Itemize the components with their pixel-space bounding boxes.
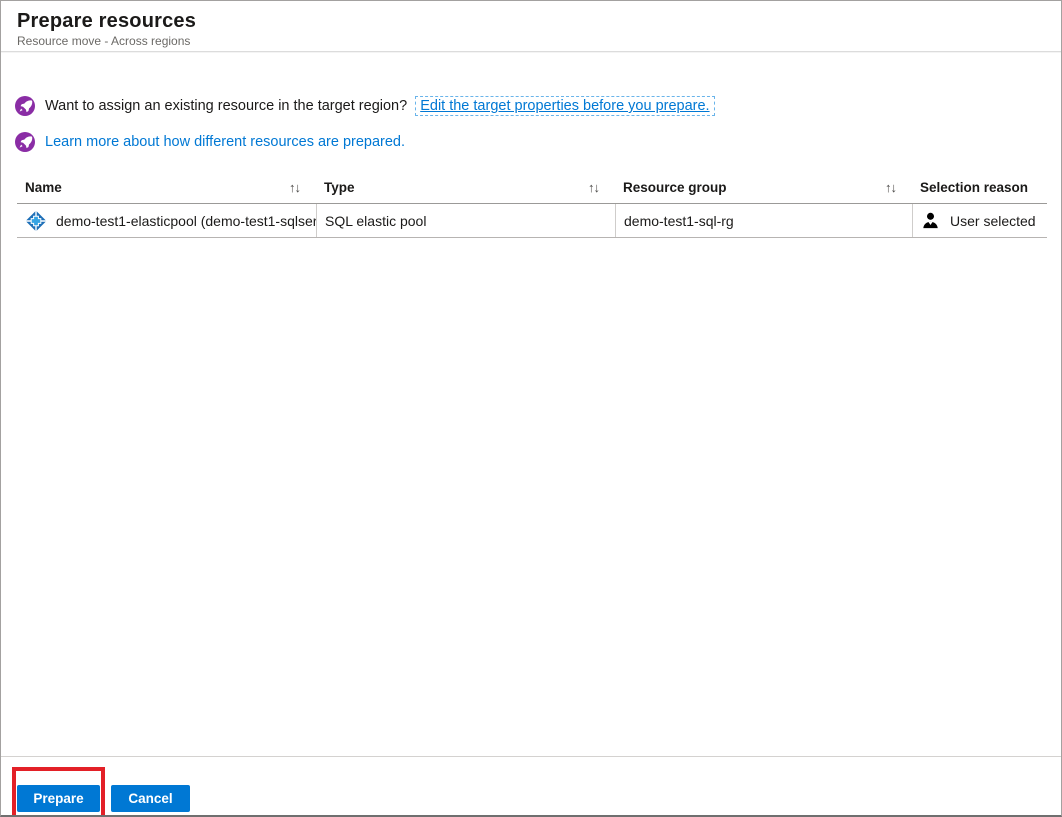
column-label: Selection reason <box>920 179 1029 195</box>
column-label: Type <box>324 179 355 195</box>
pane-header: Prepare resources Resource move - Across… <box>1 1 1061 52</box>
cell-resource-group: demo-test1-sql-rg <box>615 204 912 237</box>
notice-text: Want to assign an existing resource in t… <box>45 98 412 114</box>
sql-elastic-pool-icon <box>25 209 47 232</box>
cell-selection-reason: User selected <box>912 204 1047 237</box>
page-title: Prepare resources <box>17 10 197 32</box>
sort-icon[interactable]: ↑↓ <box>289 180 301 195</box>
column-header-name[interactable]: Name ↑↓ <box>17 180 316 195</box>
resource-name: demo-test1-elasticpool (demo-test1-sqlse… <box>56 212 316 229</box>
notice-edit-target-properties: Want to assign an existing resource in t… <box>15 95 1047 117</box>
resource-type: SQL elastic pool <box>325 212 427 229</box>
table-header-row: Name ↑↓ Type ↑↓ Resource group ↑↓ Select… <box>17 171 1047 204</box>
table-row: demo-test1-elasticpool (demo-test1-sqlse… <box>17 204 1047 238</box>
column-header-resource-group[interactable]: Resource group ↑↓ <box>615 180 912 195</box>
resource-mover-rocket-icon <box>15 132 35 152</box>
column-label: Name <box>25 179 62 195</box>
cell-name: demo-test1-elasticpool (demo-test1-sqlse… <box>17 204 316 237</box>
cell-type: SQL elastic pool <box>316 204 615 237</box>
pane-footer: Prepare Cancel <box>1 756 1061 815</box>
resource-mover-rocket-icon <box>15 96 35 116</box>
column-label: Resource group <box>623 179 727 195</box>
learn-more-link[interactable]: Learn more about how different resources… <box>45 134 405 150</box>
column-header-type[interactable]: Type ↑↓ <box>316 180 615 195</box>
prepare-resources-pane: Prepare resources Resource move - Across… <box>0 0 1062 817</box>
page-subtitle: Resource move - Across regions <box>17 34 191 48</box>
resources-table: Name ↑↓ Type ↑↓ Resource group ↑↓ Select… <box>17 171 1047 238</box>
notice-learn-more: Learn more about how different resources… <box>15 131 1047 153</box>
sort-icon[interactable]: ↑↓ <box>885 180 897 195</box>
resource-group: demo-test1-sql-rg <box>624 212 734 229</box>
selection-reason: User selected <box>950 212 1036 229</box>
cancel-button[interactable]: Cancel <box>111 785 190 812</box>
column-header-selection-reason: Selection reason <box>912 180 1047 195</box>
edit-target-properties-link[interactable]: Edit the target properties before you pr… <box>415 96 715 116</box>
sort-icon[interactable]: ↑↓ <box>588 180 600 195</box>
user-icon <box>921 211 940 230</box>
prepare-button[interactable]: Prepare <box>17 785 100 812</box>
